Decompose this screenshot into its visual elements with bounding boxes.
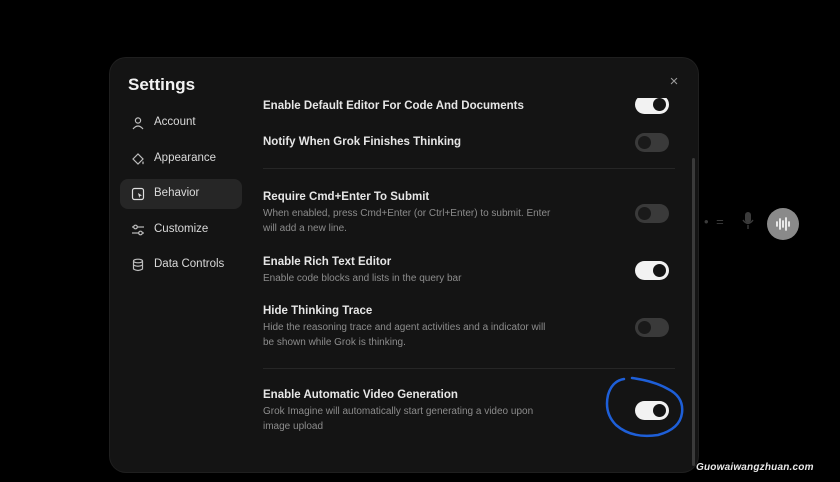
setting-title: Notify When Grok Finishes Thinking (263, 136, 462, 148)
waveform-icon (776, 217, 790, 231)
watermark: Guowaiwangzhuan.com (696, 462, 814, 473)
sidebar-item-behavior[interactable]: Behavior (120, 179, 242, 209)
scrollbar[interactable] (692, 158, 695, 466)
sidebar-item-label: Data Controls (154, 258, 225, 270)
toggle-knob (638, 321, 651, 334)
toggle-knob (653, 264, 666, 277)
sidebar-item-label: Customize (154, 222, 209, 235)
sidebar-item-appearance[interactable]: Appearance (120, 144, 242, 174)
toggle-cmd-enter[interactable] (635, 204, 669, 223)
divider (263, 168, 675, 169)
settings-sidebar: Account Appearance Behavior Customize Da… (120, 108, 242, 286)
setting-description: Hide the reasoning trace and agent activ… (263, 322, 546, 348)
toggle-default-editor[interactable] (635, 98, 669, 114)
voice-mode-button (767, 208, 799, 240)
cursor-window-icon (131, 187, 145, 201)
toggle-knob (653, 98, 666, 111)
toggle-notify-finish[interactable] (635, 133, 669, 152)
setting-description: When enabled, press Cmd+Enter (or Ctrl+E… (263, 208, 551, 234)
setting-row: Enable Default Editor For Code And Docum… (263, 100, 673, 112)
microphone-icon (742, 212, 754, 229)
close-button[interactable]: × (666, 74, 682, 90)
divider (263, 368, 675, 369)
highlight-circle-annotation (605, 376, 684, 438)
person-icon (132, 117, 144, 130)
toggle-knob (638, 136, 651, 149)
modal-title: Settings (128, 75, 196, 94)
more-icon: • = (704, 214, 726, 229)
setting-title: Require Cmd+Enter To Submit (263, 191, 430, 203)
setting-row: Require Cmd+Enter To Submit When enabled… (263, 191, 673, 236)
setting-row: Enable Rich Text Editor Enable code bloc… (263, 256, 673, 286)
sidebar-item-label: Account (154, 116, 196, 128)
toggle-rich-text[interactable] (635, 261, 669, 280)
setting-description: Grok Imagine will automatically start ge… (263, 406, 534, 432)
setting-row: Notify When Grok Finishes Thinking (263, 136, 673, 148)
sliders-icon (132, 224, 144, 235)
setting-description: Enable code blocks and lists in the quer… (263, 273, 462, 284)
sidebar-item-data-controls[interactable]: Data Controls (120, 250, 242, 280)
setting-title: Hide Thinking Trace (263, 305, 373, 317)
database-icon (132, 258, 144, 272)
sidebar-item-label: Behavior (154, 187, 200, 199)
sidebar-item-customize[interactable]: Customize (120, 215, 242, 245)
setting-title: Enable Rich Text Editor (263, 256, 392, 268)
sidebar-item-account[interactable]: Account (120, 108, 242, 138)
toggle-hide-thinking[interactable] (635, 318, 669, 337)
paint-bucket-icon (132, 152, 144, 165)
background-chat-bar: • = (690, 202, 820, 244)
sidebar-item-label: Appearance (154, 151, 217, 164)
setting-row: Hide Thinking Trace Hide the reasoning t… (263, 305, 673, 350)
toggle-knob (638, 207, 651, 220)
setting-title: Enable Default Editor For Code And Docum… (263, 100, 524, 112)
